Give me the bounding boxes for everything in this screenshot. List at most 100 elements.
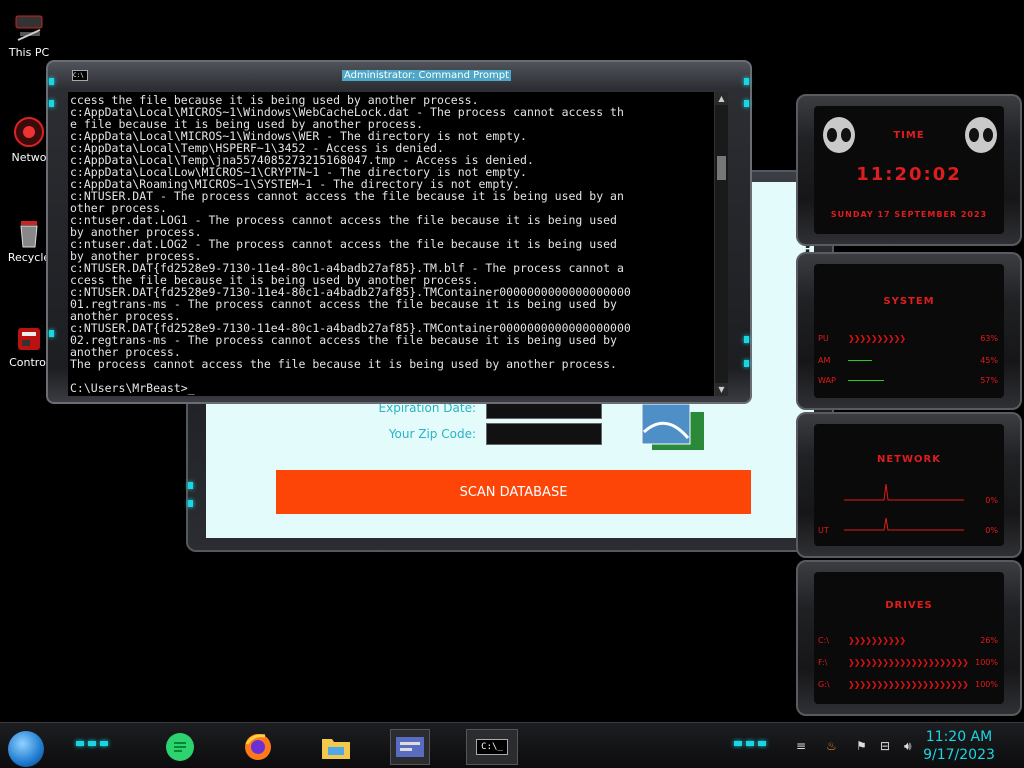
swap-value: 57%	[980, 376, 998, 385]
frame-light	[188, 482, 193, 489]
cmd-output: ccess the file because it is being used …	[70, 94, 712, 394]
ram-value: 45%	[980, 356, 998, 365]
ram-bar	[848, 356, 972, 365]
frame-light	[49, 330, 54, 337]
taskbar-light	[76, 741, 84, 746]
recycle-bin-icon	[12, 215, 46, 249]
taskbar-light	[734, 741, 742, 746]
taskbar-file-explorer[interactable]	[316, 729, 356, 765]
command-prompt-icon: C:\_	[476, 739, 508, 755]
drives-widget-panel: DRIVES C:\ ❯❯❯❯❯❯❯❯❯❯ 26% F:\ ❯❯❯❯❯❯❯❯❯❯…	[814, 572, 1004, 704]
flag-icon[interactable]: ⚑	[856, 739, 867, 753]
drive-c-row: C:\ ❯❯❯❯❯❯❯❯❯❯ 26%	[818, 636, 998, 645]
network-status-icon[interactable]: ⊟	[880, 739, 890, 753]
taskbar-clock-date[interactable]: 9/17/2023	[914, 747, 1004, 763]
cpu-label: PU	[818, 334, 829, 343]
drive-g-row: G:\ ❯❯❯❯❯❯❯❯❯❯❯❯❯❯❯❯❯❯❯❯❯ 100%	[818, 680, 998, 689]
taskbar-light	[758, 741, 766, 746]
drive-c-value: 26%	[980, 636, 998, 645]
alien-head-icon	[823, 117, 855, 153]
system-widget: SYSTEM PU ❯❯❯❯❯❯❯❯❯❯ 63% AM 45% WAP 57%	[796, 252, 1022, 410]
cpu-row: PU ❯❯❯❯❯❯❯❯❯❯ 63%	[818, 334, 998, 343]
control-panel-icon	[396, 737, 424, 757]
drive-g-label: G:\	[818, 680, 830, 689]
tray-overflow-icon[interactable]: ≡	[796, 739, 806, 753]
download-row: 0%	[818, 496, 998, 505]
drive-f-bar: ❯❯❯❯❯❯❯❯❯❯❯❯❯❯❯❯❯❯❯❯❯	[848, 658, 969, 667]
taskbar-light	[746, 741, 754, 746]
tray-app-icon[interactable]: ♨	[826, 739, 837, 753]
network-widget: NETWORK 0% UT 0%	[796, 412, 1022, 558]
taskbar-clock-time[interactable]: 11:20 AM	[914, 729, 1004, 745]
download-value: 0%	[985, 496, 998, 505]
time-widget-clock: 11:20:02	[856, 164, 962, 185]
start-button[interactable]	[8, 731, 44, 767]
firefox-icon	[245, 734, 271, 760]
alien-head-icon	[965, 117, 997, 153]
taskbar-firefox[interactable]	[238, 729, 278, 765]
taskbar-command-prompt[interactable]: C:\_	[466, 729, 518, 765]
scroll-up-arrow-icon[interactable]: ▲	[715, 92, 728, 105]
zip-code-label: Your Zip Code:	[388, 427, 476, 441]
cmd-titlebar[interactable]: C:\ Administrator: Command Prompt	[68, 68, 730, 86]
cmd-scrollbar[interactable]: ▲ ▼	[714, 92, 728, 396]
cmd-window-icon[interactable]: C:\	[72, 70, 88, 81]
upload-row: UT 0%	[818, 526, 998, 535]
network-widget-title: NETWORK	[876, 454, 941, 465]
control-panel-icon	[12, 320, 46, 354]
zip-row: Your Zip Code:	[206, 423, 602, 445]
swap-row: WAP 57%	[818, 376, 998, 385]
taskbar-light	[88, 741, 96, 746]
drive-g-bar: ❯❯❯❯❯❯❯❯❯❯❯❯❯❯❯❯❯❯❯❯❯	[848, 680, 969, 689]
cmd-output-line: C:\Users\MrBeast>_	[70, 381, 195, 395]
frame-light	[49, 100, 54, 107]
drive-g-value: 100%	[975, 680, 998, 689]
time-widget: TIME 11:20:02 SUNDAY 17 SEPTEMBER 2023	[796, 94, 1022, 246]
swap-label: WAP	[818, 376, 836, 385]
upload-value: 0%	[985, 526, 998, 535]
drive-f-value: 100%	[975, 658, 998, 667]
this-pc-icon	[12, 10, 46, 44]
cmd-console[interactable]: ccess the file because it is being used …	[68, 92, 728, 396]
frame-light	[744, 100, 749, 107]
frame-light	[188, 500, 193, 507]
frame-light	[49, 78, 54, 85]
cpu-value: 63%	[980, 334, 998, 343]
chat-icon	[166, 733, 194, 761]
scan-database-button[interactable]: SCAN DATABASE	[276, 470, 751, 514]
frame-light	[744, 360, 749, 367]
drive-f-label: F:\	[818, 658, 828, 667]
swap-bar	[848, 376, 972, 385]
upload-label: UT	[818, 526, 829, 535]
drive-c-bar: ❯❯❯❯❯❯❯❯❯❯	[848, 636, 906, 645]
volume-icon[interactable]: 🔊︎	[904, 739, 912, 754]
drives-widget-title: DRIVES	[885, 600, 933, 611]
time-widget-date: SUNDAY 17 SEPTEMBER 2023	[830, 210, 988, 219]
taskbar-chat-app[interactable]	[160, 729, 200, 765]
command-prompt-window[interactable]: C:\ Administrator: Command Prompt ccess …	[46, 60, 752, 404]
network-widget-panel: NETWORK 0% UT 0%	[814, 424, 1004, 546]
taskbar-control-panel[interactable]	[390, 729, 430, 765]
drives-widget: DRIVES C:\ ❯❯❯❯❯❯❯❯❯❯ 26% F:\ ❯❯❯❯❯❯❯❯❯❯…	[796, 560, 1022, 716]
ram-label: AM	[818, 356, 831, 365]
drive-f-row: F:\ ❯❯❯❯❯❯❯❯❯❯❯❯❯❯❯❯❯❯❯❯❯ 100%	[818, 658, 998, 667]
desktop-icon-this-pc[interactable]: This PC	[0, 10, 58, 59]
taskbar: C:\_ ≡ ♨ ⚑ ⊟ 🔊︎ 11:20 AM 9/17/2023	[0, 722, 1024, 768]
system-widget-panel: SYSTEM PU ❯❯❯❯❯❯❯❯❯❯ 63% AM 45% WAP 57%	[814, 264, 1004, 398]
ram-row: AM 45%	[818, 356, 998, 365]
scroll-down-arrow-icon[interactable]: ▼	[715, 383, 728, 396]
system-widget-title: SYSTEM	[883, 296, 935, 307]
file-explorer-icon	[322, 739, 350, 759]
drive-c-label: C:\	[818, 636, 829, 645]
cmd-window-title: Administrator: Command Prompt	[342, 70, 511, 81]
network-icon	[12, 115, 46, 149]
cpu-bar: ❯❯❯❯❯❯❯❯❯❯	[848, 334, 906, 343]
cmd-output-line: The process cannot access the file becau…	[70, 357, 617, 371]
taskbar-light	[100, 741, 108, 746]
card-image-icon	[638, 402, 704, 460]
zip-code-input[interactable]	[486, 423, 602, 445]
scroll-thumb[interactable]	[717, 156, 726, 180]
frame-light	[744, 336, 749, 343]
frame-light	[744, 78, 749, 85]
desktop-icon-label: This PC	[8, 46, 50, 59]
